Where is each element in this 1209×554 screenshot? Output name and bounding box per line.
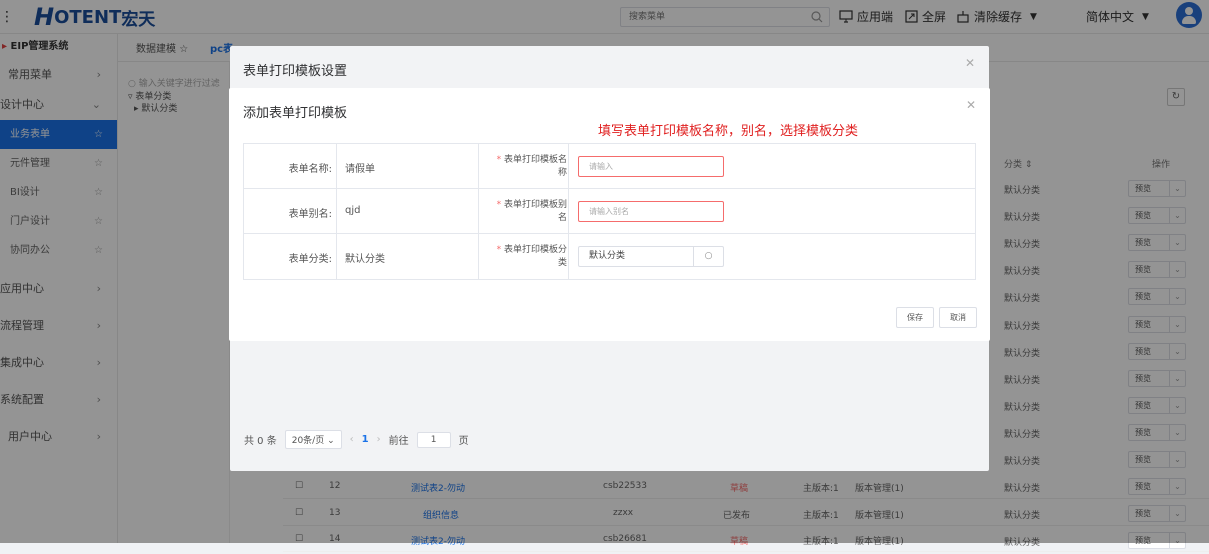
cancel-button[interactable]: 取消	[939, 307, 977, 328]
form-name-label: 表单名称:	[288, 164, 332, 175]
template-alias-label: * 表单打印模板别名	[496, 200, 567, 223]
page-size-select[interactable]: 20条/页 ⌄	[284, 430, 342, 449]
form-row-alias: 表单别名: qjd * 表单打印模板别名 请输入别名	[244, 189, 975, 234]
instruction-annotation: 填写表单打印模板名称，别名，选择模板分类	[598, 124, 859, 139]
prev-page-icon[interactable]: ‹	[350, 434, 354, 445]
template-name-text: 表单打印模板名称	[503, 155, 567, 178]
form-row-category: 表单分类: 默认分类 * 表单打印模板分类 默认分类 ○	[244, 234, 975, 279]
save-button[interactable]: 保存	[896, 307, 934, 328]
chevron-down-icon: ⌄	[327, 436, 335, 446]
pagination: 共 0 条 20条/页 ⌄ ‹ 1 › 前往 1 页	[244, 430, 469, 449]
dialog-title: 表单打印模板设置	[243, 64, 348, 79]
template-name-input[interactable]: 请输入	[578, 156, 724, 177]
input-placeholder: 请输入	[589, 162, 613, 171]
form-alias-value: qjd	[345, 205, 361, 216]
form-category-label: 表单分类:	[288, 254, 332, 265]
page-unit-label: 页	[458, 436, 469, 447]
page-size-label: 20条/页	[291, 436, 325, 446]
template-name-label: * 表单打印模板名称	[496, 155, 567, 178]
form-name-value: 请假单	[345, 164, 375, 175]
close-icon[interactable]: ✕	[965, 56, 975, 70]
template-form: 表单名称: 请假单 * 表单打印模板名称 请输入 表单别名: qjd * 表单打…	[243, 143, 976, 280]
pager-total: 共 0 条	[244, 436, 277, 447]
next-page-icon[interactable]: ›	[377, 434, 381, 445]
template-category-text: 表单打印模板分类	[503, 245, 567, 268]
goto-label: 前往	[388, 436, 409, 447]
close-icon[interactable]: ✕	[966, 98, 976, 112]
goto-page-input[interactable]: 1	[416, 431, 451, 448]
template-alias-text: 表单打印模板别名	[503, 200, 567, 223]
template-category-select[interactable]: 默认分类 ○	[578, 246, 724, 267]
form-row-name: 表单名称: 请假单 * 表单打印模板名称 请输入	[244, 144, 975, 189]
template-alias-input[interactable]: 请输入别名	[578, 201, 724, 222]
dialog-title: 添加表单打印模板	[243, 106, 348, 121]
template-category-label: * 表单打印模板分类	[496, 245, 567, 268]
add-print-template-dialog: 添加表单打印模板 ✕ 填写表单打印模板名称，别名，选择模板分类 表单名称: 请假…	[229, 88, 990, 341]
search-icon[interactable]: ○	[693, 247, 723, 266]
input-placeholder: 请输入别名	[589, 207, 629, 216]
form-alias-label: 表单别名:	[288, 209, 332, 220]
current-page[interactable]: 1	[362, 434, 369, 445]
select-value: 默认分类	[589, 251, 626, 261]
form-category-value: 默认分类	[345, 254, 385, 265]
